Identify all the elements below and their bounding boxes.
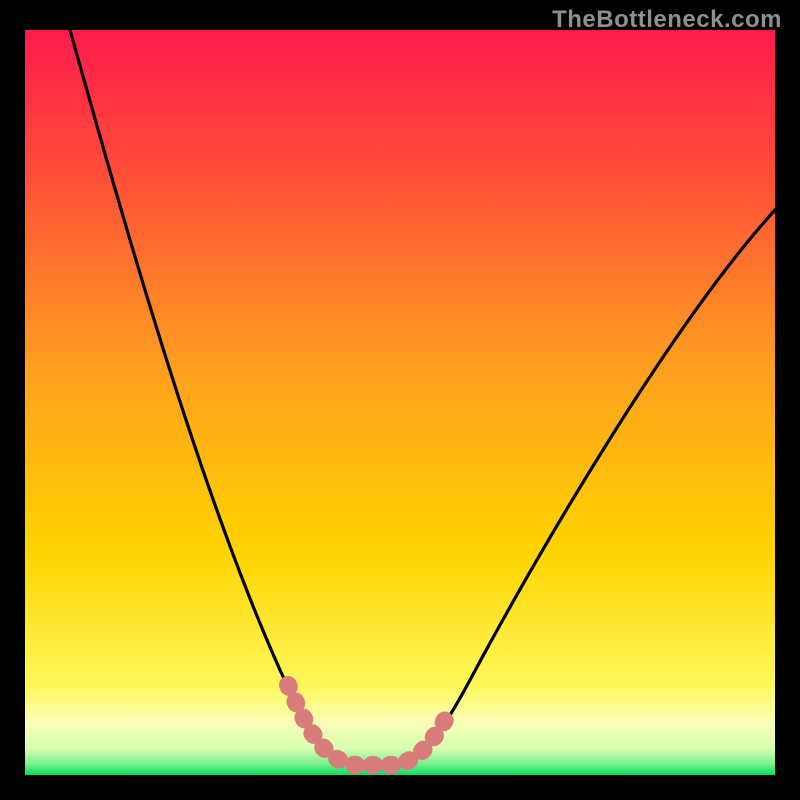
chart-frame: TheBottleneck.com — [0, 0, 800, 800]
bottleneck-chart — [25, 30, 775, 775]
gradient-bg — [25, 30, 775, 775]
